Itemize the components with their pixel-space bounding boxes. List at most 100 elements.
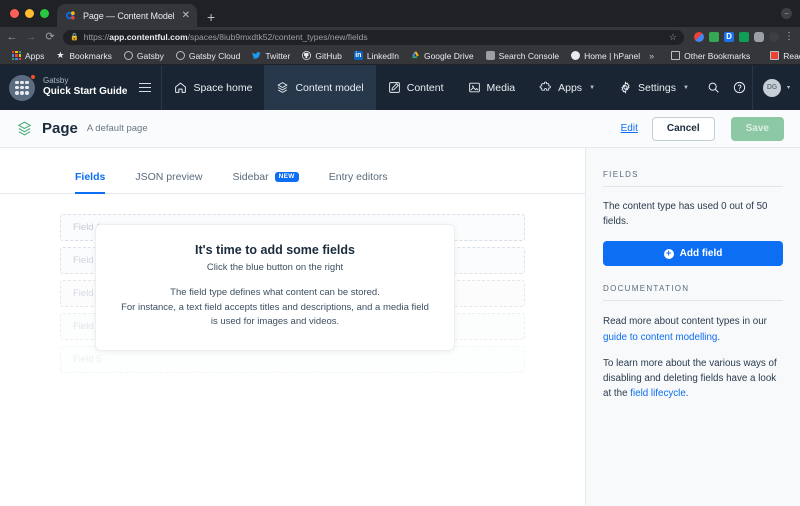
bookmark-gatsby-cloud[interactable]: Gatsby Cloud xyxy=(170,51,247,61)
home-icon xyxy=(175,82,187,93)
plus-icon: + xyxy=(663,248,674,259)
save-button[interactable]: Save xyxy=(730,116,784,141)
doc-para1-text: Read more about content types in our xyxy=(603,316,767,328)
ghost-field-label: Field 5 xyxy=(73,354,102,365)
new-badge: NEW xyxy=(274,171,299,183)
other-bookmarks-button[interactable]: Other Bookmarks xyxy=(665,51,756,61)
bookmark-google-drive[interactable]: Google Drive xyxy=(405,51,480,61)
contentful-app: Gatsby Quick Start Guide Space home Cont… xyxy=(0,65,800,506)
address-bar[interactable]: 🔒 https://app.contentful.com/spaces/8iub… xyxy=(63,29,684,45)
bookmark-linkedin[interactable]: in LinkedIn xyxy=(348,51,405,61)
photos-extension-icon[interactable] xyxy=(694,32,704,42)
github-icon xyxy=(302,51,312,60)
forward-button[interactable]: → xyxy=(25,31,37,43)
bookmark-twitter[interactable]: Twitter xyxy=(246,51,296,61)
maximize-window-button[interactable] xyxy=(40,9,49,18)
bookmarks-overflow-button[interactable]: » xyxy=(646,51,657,61)
field-lifecycle-link[interactable]: field lifecycle xyxy=(630,388,686,399)
space-name-label: Quick Start Guide xyxy=(43,86,128,98)
content-icon xyxy=(388,82,400,93)
nav-item-media[interactable]: Media xyxy=(456,65,528,110)
reload-button[interactable]: ⟳ xyxy=(44,31,56,43)
new-tab-button[interactable]: + xyxy=(207,10,215,24)
content-type-icon xyxy=(17,121,32,136)
nav-item-label: Settings xyxy=(638,81,676,94)
browser-tab[interactable]: Page — Content Model — Quic ✕ xyxy=(57,4,197,27)
contentful-favicon xyxy=(66,11,75,20)
bookmark-label: Gatsby Cloud xyxy=(188,50,241,61)
nav-item-content[interactable]: Content xyxy=(376,65,456,110)
bookmark-star-icon[interactable]: ☆ xyxy=(669,32,677,43)
green-extension-icon[interactable] xyxy=(709,32,719,42)
gatsby-cloud-icon xyxy=(175,51,185,60)
content-modelling-guide-link[interactable]: guide to content modelling xyxy=(603,332,717,343)
bookmark-bookmarks[interactable]: ★ Bookmarks xyxy=(50,51,118,61)
bookmark-label: LinkedIn xyxy=(366,50,399,61)
nav-item-content-model[interactable]: Content model xyxy=(264,65,376,110)
puzzle-extension-icon[interactable] xyxy=(754,32,764,42)
bookmark-gatsby[interactable]: Gatsby xyxy=(118,51,170,61)
edit-link[interactable]: Edit xyxy=(621,123,638,134)
add-field-button[interactable]: + Add field xyxy=(603,241,783,267)
app-nav-items: Space home Content model Content Media A… xyxy=(162,65,700,110)
notification-dot xyxy=(30,73,36,80)
dark-extension-icon[interactable] xyxy=(769,32,779,42)
tab-json-preview[interactable]: JSON preview xyxy=(120,171,217,193)
browser-menu-button[interactable]: ⋮ xyxy=(784,32,794,42)
folder-icon xyxy=(671,51,681,60)
nav-item-apps[interactable]: Apps ▼ xyxy=(527,65,607,110)
tab-entry-editors[interactable]: Entry editors xyxy=(314,171,403,193)
reading-list-icon xyxy=(770,51,780,60)
chevron-down-icon: ▼ xyxy=(589,84,596,91)
gear-icon xyxy=(621,81,630,94)
close-window-button[interactable] xyxy=(10,9,19,18)
space-logo xyxy=(9,73,36,101)
d-extension-icon[interactable]: D xyxy=(724,32,734,42)
help-icon xyxy=(733,81,745,94)
chevron-down-icon: ▼ xyxy=(682,84,689,91)
hpanel-icon xyxy=(571,51,581,60)
bookmark-apps[interactable]: Apps xyxy=(6,51,50,61)
nav-item-settings[interactable]: Settings ▼ xyxy=(607,65,701,110)
sidebar-documentation-heading: DOCUMENTATION xyxy=(603,284,783,302)
space-menu-icon[interactable] xyxy=(135,82,152,93)
bookmark-hpanel[interactable]: Home | hPanel xyxy=(565,51,646,61)
cancel-button[interactable]: Cancel xyxy=(651,116,715,141)
window-collapse-icon[interactable]: − xyxy=(781,8,792,19)
doc-para1-period: . xyxy=(717,331,721,343)
bookmark-label: GitHub xyxy=(315,50,342,61)
bookmark-label: Twitter xyxy=(265,50,291,61)
main-content: Fields JSON preview Sidebar NEW Entry ed… xyxy=(0,148,585,506)
tab-fields[interactable]: Fields xyxy=(60,171,120,194)
bookmark-label: Home | hPanel xyxy=(584,50,641,61)
fields-usage-text: The content type has used 0 out of 50 fi… xyxy=(603,201,768,227)
nav-item-space-home[interactable]: Space home xyxy=(162,65,264,110)
user-menu[interactable]: DG ▾ xyxy=(751,65,800,110)
bookmark-label: Search Console xyxy=(498,50,560,61)
bookmark-github[interactable]: GitHub xyxy=(296,51,347,61)
square-extension-icon[interactable] xyxy=(739,32,749,42)
page-description: A default page xyxy=(86,123,148,134)
tab-label: JSON preview xyxy=(135,171,203,183)
tab-label: Fields xyxy=(75,171,106,183)
doc-para2-period: . xyxy=(685,388,689,400)
search-icon xyxy=(708,82,719,93)
window-traffic-lights xyxy=(8,0,57,27)
reading-list-button[interactable]: Reading List xyxy=(764,51,800,61)
content-type-tabs: Fields JSON preview Sidebar NEW Entry ed… xyxy=(0,158,585,194)
empty-state-body-line1: The field type defines what content can … xyxy=(170,287,380,298)
back-button[interactable]: ← xyxy=(6,31,18,43)
other-bookmarks-label: Other Bookmarks xyxy=(684,50,751,61)
space-selector[interactable]: Gatsby Quick Start Guide xyxy=(0,65,163,110)
tab-sidebar[interactable]: Sidebar NEW xyxy=(217,171,313,193)
search-button[interactable] xyxy=(701,65,727,110)
extension-icons: D ⋮ xyxy=(691,32,794,42)
help-button[interactable] xyxy=(726,65,752,110)
bookmark-search-console[interactable]: Search Console xyxy=(480,51,565,61)
close-tab-button[interactable]: ✕ xyxy=(182,10,190,21)
avatar: DG xyxy=(762,78,781,97)
minimize-window-button[interactable] xyxy=(25,9,34,18)
space-org-label: Gatsby xyxy=(43,76,69,86)
browser-tabstrip: Page — Content Model — Quic ✕ + − xyxy=(0,0,800,27)
gatsby-icon xyxy=(123,51,133,60)
